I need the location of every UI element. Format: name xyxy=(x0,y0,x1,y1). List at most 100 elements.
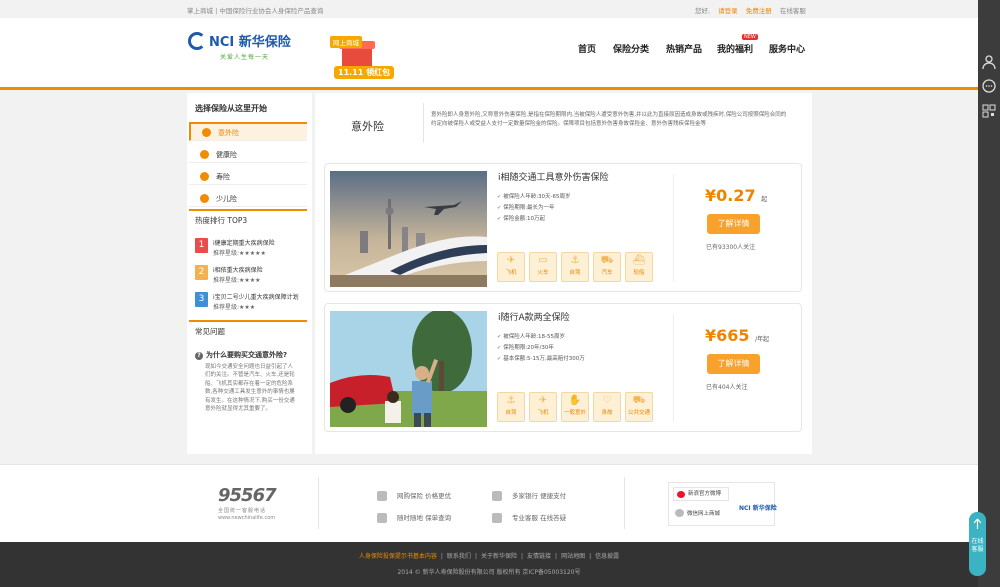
product-image-couple[interactable] xyxy=(330,311,487,427)
coverage-tag-death: ♡ 身故 xyxy=(593,392,621,422)
product-card: i相随交通工具意外伤害保险 被保险人年龄:30天-65周岁 保险期限:最长为一年… xyxy=(324,163,802,292)
product-name[interactable]: i随行A款两全保险 xyxy=(498,310,570,323)
sidebar-item-accident[interactable]: 意外险 xyxy=(189,124,307,141)
rank-stars: 推荐星级:★★★★★ xyxy=(213,250,266,257)
sidebar-item-health[interactable]: 健康险 xyxy=(189,146,307,163)
ship-icon: ⛴ xyxy=(632,255,646,266)
footer-link[interactable]: 联系我们 xyxy=(447,553,471,560)
user-icon[interactable] xyxy=(981,54,997,70)
sidebar-divider xyxy=(189,320,307,322)
feature-item: 保险期限:20年/30年 xyxy=(497,343,585,354)
plane-icon: ✈ xyxy=(506,255,516,266)
footer-links: 人身保险投保提示书基本内容 | 联系我们 | 关于新华保险 | 友情链接 | 网站地图 | 信息披露 xyxy=(358,553,620,560)
footer-brand-logo: NCI 新华保险 xyxy=(739,505,777,512)
coverage-tag-train: ▭ 火车 xyxy=(529,252,557,282)
nav-categories[interactable]: 保险分类 xyxy=(613,42,649,55)
copyright: 2014 © 新华人寿保险股份有限公司 版权所有 京ICP备05003120号 xyxy=(397,569,581,576)
footer-link[interactable]: 友情链接 xyxy=(527,553,551,560)
feature-item: 保险期限:最长为一年 xyxy=(497,203,571,214)
rank-product-name: i宝贝二号少儿重大疾病保障计划 xyxy=(213,294,299,301)
ranking-item-1[interactable]: 1 i健康定期重大疾病保险 推荐星级:★★★★★ xyxy=(195,238,307,262)
site-url[interactable]: www.newchinalife.com xyxy=(218,515,275,521)
details-button[interactable]: 了解详情 xyxy=(707,214,760,234)
right-tool-rail xyxy=(978,0,1000,587)
nci-logo[interactable]: NCI 新华保险 关爱人生每一天 xyxy=(188,30,298,64)
footer-link[interactable]: 人身保险投保提示书基本内容 xyxy=(359,553,437,560)
top-bar-left-text[interactable]: 掌上商城 | 中国保险行业协会人身保险产品查询 xyxy=(187,5,323,15)
coverage-tag-general-accident: ✋ 一般意外 xyxy=(561,392,589,422)
follower-count: 已有404人关注 xyxy=(706,384,748,391)
category-description: 意外险即人身意外险,又称意外伤害保险,是指在保险期限内,当被保险人遭受意外伤害,… xyxy=(431,112,787,127)
sidebar-item-label: 健康险 xyxy=(216,151,237,159)
footer-link[interactable]: 信息披露 xyxy=(595,553,619,560)
hand-icon: ✋ xyxy=(568,395,582,406)
product-price: ¥0.27 起 xyxy=(705,186,768,205)
rank-number: 2 xyxy=(195,265,208,280)
price-unit: 起 xyxy=(761,196,768,203)
footer-link[interactable]: 网站地图 xyxy=(561,553,585,560)
category-sidebar: 选择保险从这里开始 意外险 健康险 寿险 少儿险 热度排行 TOP3 1 i健康… xyxy=(187,93,312,454)
card-divider xyxy=(673,174,674,282)
sidebar-item-children[interactable]: 少儿险 xyxy=(189,190,307,207)
feature-bank-payment: 多家银行 便捷支付 xyxy=(492,490,566,501)
online-service-float-button[interactable]: 在线客服 xyxy=(969,512,986,576)
coverage-tag-plane: ✈ 飞机 xyxy=(497,252,525,282)
nav-my-benefits[interactable]: 我的福利 xyxy=(717,42,753,55)
sidebar-item-label: 意外险 xyxy=(218,129,239,137)
top-bar: 掌上商城 | 中国保险行业协会人身保险产品查询 您好, 请登录 免费注册 在线客… xyxy=(0,0,978,18)
product-image-transport[interactable] xyxy=(330,171,487,287)
feature-item: 基本保额:5-15万,最高赔付300万 xyxy=(497,354,585,365)
footer-link[interactable]: 关于新华保险 xyxy=(481,553,517,560)
ranking-item-2[interactable]: 2 i相依重大疾病保险 推荐星级:★★★★ xyxy=(195,265,307,289)
nav-service-center[interactable]: 服务中心 xyxy=(769,42,805,55)
arrow-up-icon[interactable] xyxy=(973,518,982,530)
feature-policy-query: 随时随地 保单查询 xyxy=(377,512,451,523)
follower-count: 已有93300人关注 xyxy=(706,244,756,251)
login-link[interactable]: 请登录 xyxy=(718,7,738,15)
faq-answer: 现如今交通安全问题也日益引起了人们的关注。不管是汽车、火车,还是轮船、飞机其实都… xyxy=(205,364,295,413)
price-unit: /年起 xyxy=(755,336,770,343)
wechat-link[interactable]: 微信网上商城 xyxy=(673,509,720,517)
steering-icon: ⚓ xyxy=(570,255,580,266)
sidebar-item-life[interactable]: 寿险 xyxy=(189,168,307,185)
online-service-link[interactable]: 在线客服 xyxy=(780,7,806,15)
rank-stars: 推荐星级:★★★ xyxy=(213,304,256,311)
ranking-item-3[interactable]: 3 i宝贝二号少儿重大疾病保障计划 推荐星级:★★★ xyxy=(195,292,307,316)
faq-question-text: 为什么要购买交通意外险? xyxy=(206,351,288,359)
rank-stars: 推荐星级:★★★★ xyxy=(213,277,261,284)
register-link[interactable]: 免费注册 xyxy=(746,7,772,15)
details-button[interactable]: 了解详情 xyxy=(707,354,760,374)
red-packet-label: 11.11 领红包 xyxy=(334,66,395,79)
mouse-icon xyxy=(377,491,387,501)
qr-code-icon[interactable] xyxy=(981,103,997,119)
product-name[interactable]: i相随交通工具意外伤害保险 xyxy=(498,170,609,183)
faq-question[interactable]: ? 为什么要购买交通意外险? xyxy=(195,350,287,360)
coverage-tag-ship: ⛴ 轮船 xyxy=(625,252,653,282)
child-icon xyxy=(200,194,209,203)
hotline-subtitle: 全国统一客服电话 xyxy=(218,508,267,514)
nav-home[interactable]: 首页 xyxy=(578,42,596,55)
product-price: ¥665 /年起 xyxy=(705,326,770,345)
nav-hot-products[interactable]: 热销产品 xyxy=(666,42,702,55)
rank-number: 3 xyxy=(195,292,208,307)
product-card: i随行A款两全保险 被保险人年龄:18-55周岁 保险期限:20年/30年 基本… xyxy=(324,303,802,432)
sidebar-item-label: 寿险 xyxy=(216,173,230,181)
feature-item: 保险金额:10万起 xyxy=(497,214,571,225)
rank-number: 1 xyxy=(195,238,208,253)
hotline-logo: 95567 xyxy=(218,485,277,506)
chat-icon[interactable] xyxy=(981,78,997,94)
sidebar-heading: 选择保险从这里开始 xyxy=(195,104,267,113)
coverage-tag-car: ⛟ 汽车 xyxy=(593,252,621,282)
footer-divider xyxy=(624,477,625,529)
car-icon: ⛟ xyxy=(600,255,614,266)
sidebar-item-label: 少儿险 xyxy=(216,195,237,203)
site-header: NCI 新华保险 关爱人生每一天 网上商城 11.11 领红包 首页 保险分类 … xyxy=(0,18,978,90)
card-divider xyxy=(673,314,674,422)
nci-logo-mark-icon xyxy=(188,32,206,50)
greeting-text: 您好, xyxy=(695,7,711,15)
feature-item: 被保险人年龄:18-55周岁 xyxy=(497,332,585,343)
coverage-tag-public-transport: ⛟ 公共交通 xyxy=(625,392,653,422)
red-packet-promo[interactable]: 网上商城 11.11 领红包 xyxy=(330,36,395,82)
weibo-link[interactable]: 新浪官方微博 xyxy=(673,487,729,501)
coverage-tag-self-drive: ⚓ 自驾 xyxy=(561,252,589,282)
